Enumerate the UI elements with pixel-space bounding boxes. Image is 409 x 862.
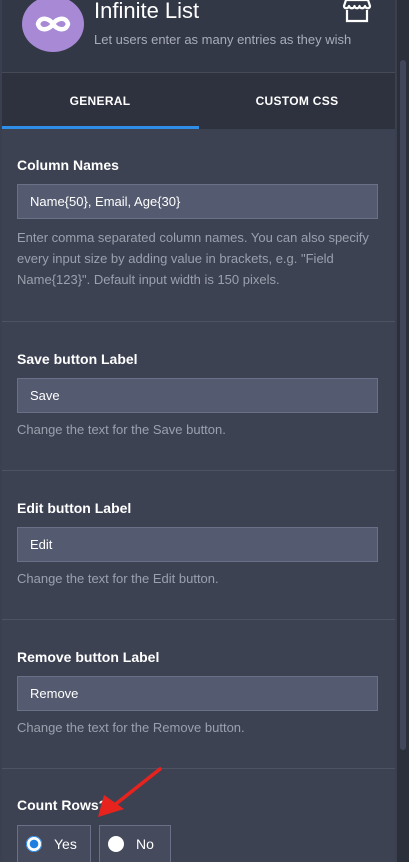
widget-settings-panel: Infinite List Let users enter as many en… bbox=[2, 0, 395, 862]
column-names-help: Enter comma separated column names. You … bbox=[17, 230, 369, 287]
count-rows-section: Count Rows? Yes No bbox=[2, 767, 395, 862]
store-icon[interactable] bbox=[340, 0, 374, 31]
scrollbar-thumb[interactable] bbox=[400, 60, 406, 750]
edit-label-label: Edit button Label bbox=[17, 500, 132, 516]
widget-title: Infinite List bbox=[94, 0, 200, 23]
edit-label-section: Edit button Label Edit Change the text f… bbox=[2, 470, 395, 620]
annotation-arrow-icon bbox=[98, 767, 162, 817]
remove-label-label: Remove button Label bbox=[17, 649, 160, 665]
tab-general[interactable]: GENERAL bbox=[2, 73, 198, 129]
edit-label-input[interactable]: Edit bbox=[17, 527, 378, 562]
settings-tabs: GENERAL CUSTOM CSS bbox=[2, 72, 395, 129]
remove-label-input[interactable]: Remove bbox=[17, 676, 378, 711]
tab-custom-css-label: CUSTOM CSS bbox=[255, 94, 339, 108]
save-label-input[interactable]: Save bbox=[17, 378, 378, 413]
column-names-input[interactable]: Name{50}, Email, Age{30} bbox=[17, 184, 378, 219]
radio-selected-icon[interactable] bbox=[26, 836, 42, 852]
widget-header: Infinite List Let users enter as many en… bbox=[2, 0, 395, 72]
count-rows-yes-label: Yes bbox=[54, 836, 77, 852]
radio-unselected-icon[interactable] bbox=[108, 836, 124, 852]
count-rows-yes-option[interactable]: Yes bbox=[17, 825, 91, 862]
save-label-section: Save button Label Save Change the text f… bbox=[2, 321, 395, 471]
count-rows-no-option[interactable]: No bbox=[99, 825, 171, 862]
tab-custom-css[interactable]: CUSTOM CSS bbox=[199, 73, 395, 129]
scrollbar[interactable] bbox=[397, 0, 409, 862]
edit-label-help: Change the text for the Edit button. bbox=[17, 571, 219, 586]
widget-subtitle: Let users enter as many entries as they … bbox=[94, 32, 352, 47]
remove-label-help: Change the text for the Remove button. bbox=[17, 720, 245, 735]
tab-general-label: GENERAL bbox=[69, 94, 131, 108]
save-label-help: Change the text for the Save button. bbox=[17, 422, 226, 437]
column-names-section: Column Names Name{50}, Email, Age{30} En… bbox=[2, 128, 395, 321]
save-label-label: Save button Label bbox=[17, 351, 138, 367]
count-rows-no-label: No bbox=[136, 836, 154, 852]
infinity-icon bbox=[22, 0, 84, 52]
remove-label-section: Remove button Label Remove Change the te… bbox=[2, 619, 395, 769]
column-names-label: Column Names bbox=[17, 157, 119, 173]
